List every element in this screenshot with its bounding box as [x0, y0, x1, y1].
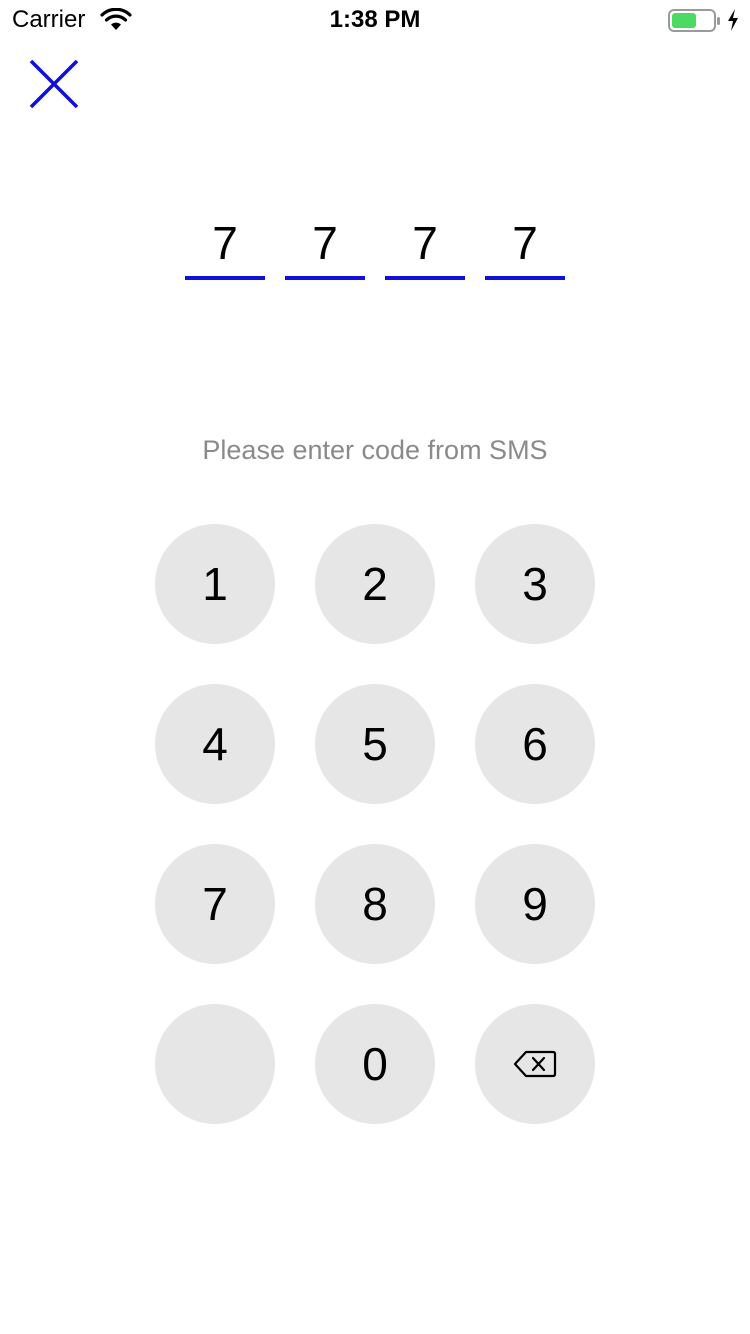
- key-1[interactable]: 1: [155, 524, 275, 644]
- code-digit-4[interactable]: 7: [485, 210, 565, 280]
- numeric-keypad: 1 2 3 4 5 6 7 8 9 0: [155, 524, 595, 1124]
- key-4[interactable]: 4: [155, 684, 275, 804]
- key-7[interactable]: 7: [155, 844, 275, 964]
- sms-code-screen: Carrier 1:38 PM 7 7 7 7 Please enter cod…: [0, 0, 750, 1334]
- code-digit-3[interactable]: 7: [385, 210, 465, 280]
- instruction-text: Please enter code from SMS: [202, 435, 548, 465]
- key-8[interactable]: 8: [315, 844, 435, 964]
- key-blank[interactable]: [155, 1004, 275, 1124]
- key-6[interactable]: 6: [475, 684, 595, 804]
- key-5[interactable]: 5: [315, 684, 435, 804]
- key-0[interactable]: 0: [315, 1004, 435, 1124]
- backspace-icon: [513, 1050, 557, 1078]
- clock-time: 1:38 PM: [329, 6, 421, 33]
- code-digit-1[interactable]: 7: [185, 210, 265, 280]
- close-icon: [29, 59, 79, 109]
- key-9[interactable]: 9: [475, 844, 595, 964]
- charging-bolt-icon: [726, 8, 740, 32]
- code-entry[interactable]: 7 7 7 7: [185, 210, 565, 280]
- status-bar: Carrier 1:38 PM: [0, 0, 750, 40]
- backspace-button[interactable]: [475, 1004, 595, 1124]
- key-2[interactable]: 2: [315, 524, 435, 644]
- code-digit-2[interactable]: 7: [285, 210, 365, 280]
- close-button[interactable]: [22, 52, 86, 116]
- battery-icon: [668, 8, 722, 34]
- key-3[interactable]: 3: [475, 524, 595, 644]
